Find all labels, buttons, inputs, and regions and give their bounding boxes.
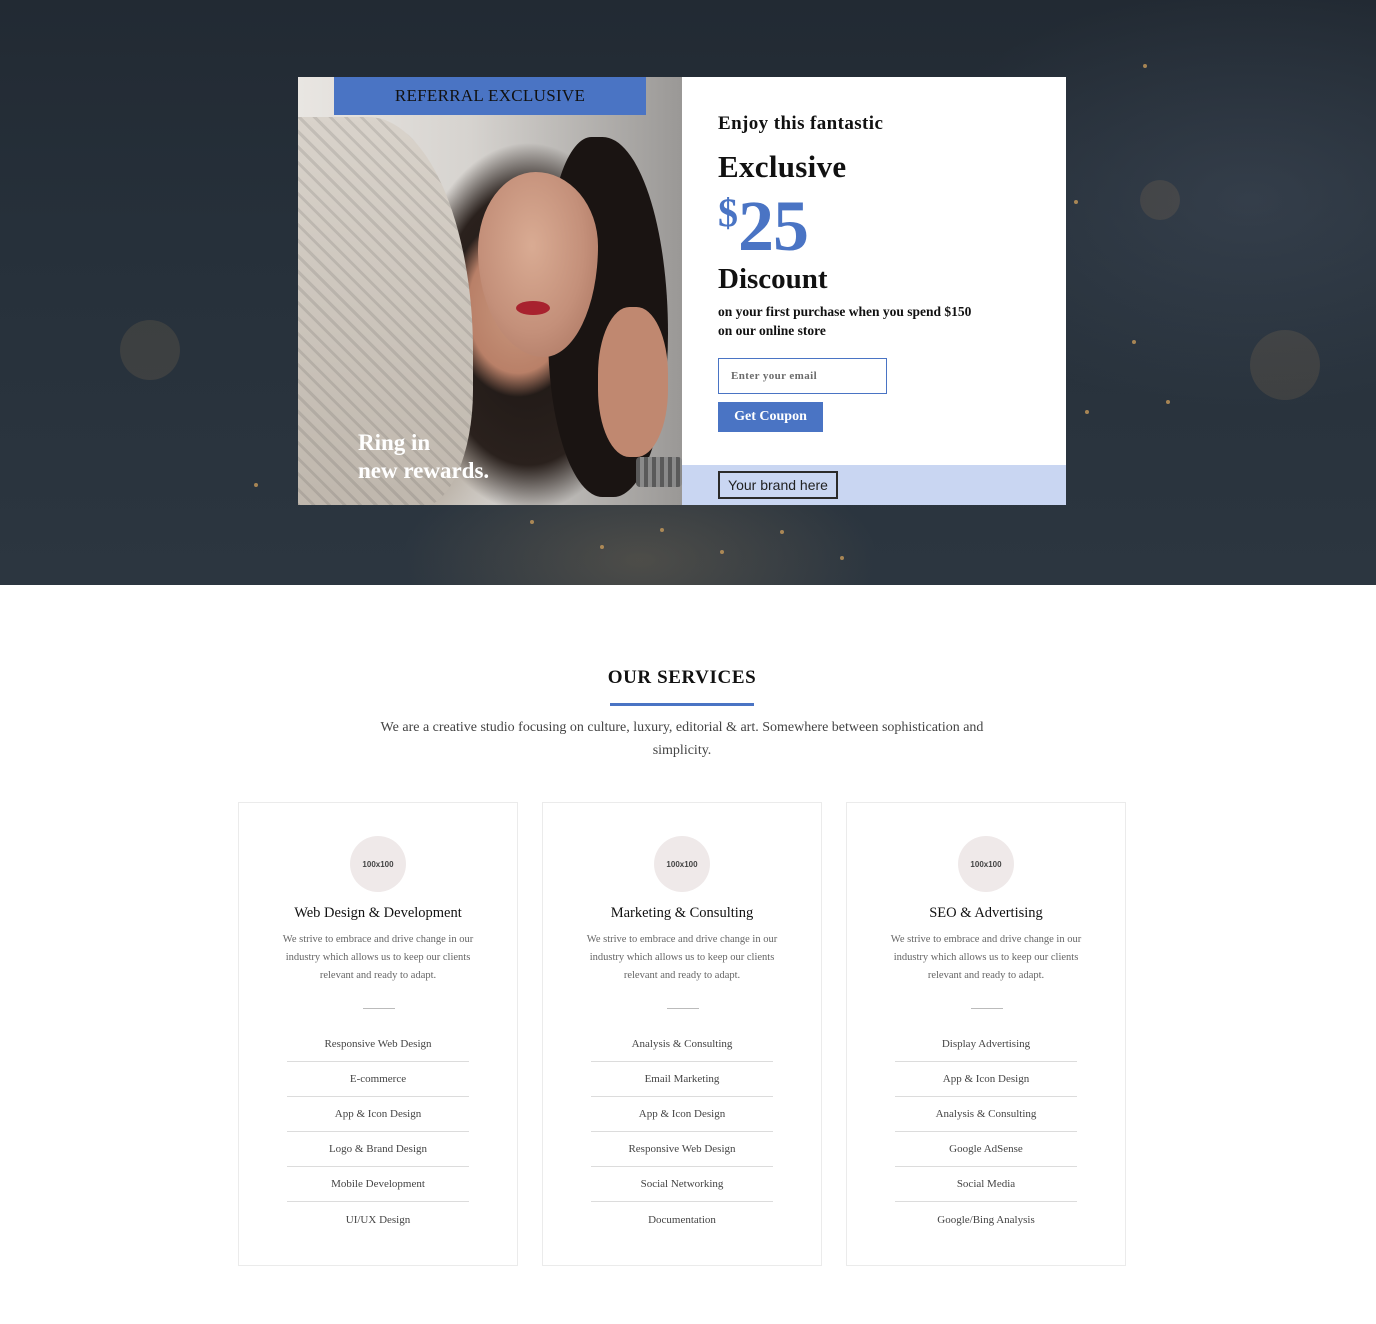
spark-light <box>600 545 604 549</box>
promo-price: $ 25 <box>718 186 1048 266</box>
service-card-description: We strive to embrace and drive change in… <box>890 934 1082 981</box>
services-intro-line2: simplicity. <box>652 743 712 758</box>
fine-print-line1: on your first purchase when you spend $1… <box>718 304 972 319</box>
bokeh-light <box>1250 330 1320 400</box>
list-item[interactable]: Mobile Development <box>287 1167 469 1202</box>
services-title-underline <box>610 703 754 706</box>
spark-light <box>1143 64 1147 68</box>
service-card-web-design: 100x100 Web Design & Development We stri… <box>238 802 518 1266</box>
service-card-title: Marketing & Consulting <box>610 905 754 921</box>
brand-logo-placeholder: Your brand here <box>718 471 838 499</box>
spark-light <box>1074 200 1078 204</box>
promo-photo: REFERRAL EXCLUSIVE Ring in new rewards. <box>298 77 682 505</box>
spark-light <box>720 550 724 554</box>
service-card-divider <box>667 1008 699 1009</box>
photo-hand <box>598 307 668 457</box>
list-item[interactable]: Social Media <box>895 1167 1077 1202</box>
service-card-description: We strive to embrace and drive change in… <box>282 934 474 981</box>
spark-light <box>1132 340 1136 344</box>
photo-caption-line1: Ring in <box>358 430 431 455</box>
list-item[interactable]: Analysis & Consulting <box>895 1097 1077 1132</box>
spark-light <box>1085 410 1089 414</box>
service-card-title: SEO & Advertising <box>929 905 1043 921</box>
promo-copy: Enjoy this fantastic Exclusive $ 25 Disc… <box>682 77 1066 505</box>
list-item[interactable]: Google AdSense <box>895 1132 1077 1167</box>
promo-fine-print: on your first purchase when you spend $1… <box>718 302 1048 340</box>
photo-lips <box>516 301 550 315</box>
service-card-divider <box>363 1008 395 1009</box>
referral-badge: REFERRAL EXCLUSIVE <box>334 77 646 115</box>
list-item[interactable]: Responsive Web Design <box>591 1132 773 1167</box>
list-item[interactable]: App & Icon Design <box>287 1097 469 1132</box>
list-item[interactable]: Email Marketing <box>591 1062 773 1097</box>
list-item[interactable]: Display Advertising <box>895 1027 1077 1062</box>
get-coupon-button[interactable]: Get Coupon <box>718 402 823 432</box>
spark-light <box>254 483 258 487</box>
promo-headline: Exclusive <box>718 149 847 184</box>
list-item[interactable]: Logo & Brand Design <box>287 1132 469 1167</box>
spark-light <box>780 530 784 534</box>
service-card-list: Display Advertising App & Icon Design An… <box>895 1027 1077 1237</box>
list-item[interactable]: Documentation <box>591 1202 773 1237</box>
email-input[interactable] <box>718 358 887 394</box>
bokeh-light <box>1140 180 1180 220</box>
service-card-seo: 100x100 SEO & Advertising We strive to e… <box>846 802 1126 1266</box>
list-item[interactable]: App & Icon Design <box>591 1097 773 1132</box>
services-intro-line1: We are a creative studio focusing on cul… <box>380 720 984 735</box>
bokeh-light <box>120 320 180 380</box>
list-item[interactable]: Responsive Web Design <box>287 1027 469 1062</box>
service-image-placeholder-icon: 100x100 <box>654 836 710 892</box>
list-item[interactable]: Social Networking <box>591 1167 773 1202</box>
photo-watch <box>636 457 682 487</box>
price-currency: $ <box>718 190 738 235</box>
photo-caption: Ring in new rewards. <box>358 429 489 485</box>
fine-print-line2: on our online store <box>718 323 826 338</box>
list-item[interactable]: Google/Bing Analysis <box>895 1202 1077 1237</box>
service-card-divider <box>971 1008 1003 1009</box>
spark-light <box>1166 400 1170 404</box>
service-card-marketing: 100x100 Marketing & Consulting We strive… <box>542 802 822 1266</box>
spark-light <box>840 556 844 560</box>
promo-discount: Discount <box>718 263 828 295</box>
price-amount: 25 <box>738 186 809 266</box>
brand-bar: Your brand here <box>682 465 1066 505</box>
promo-eyebrow: Enjoy this fantastic <box>718 113 884 134</box>
list-item[interactable]: UI/UX Design <box>287 1202 469 1237</box>
service-image-placeholder-icon: 100x100 <box>350 836 406 892</box>
promo-card: REFERRAL EXCLUSIVE Ring in new rewards. … <box>298 77 1066 505</box>
promo-copy-inner: Enjoy this fantastic Exclusive $ 25 Disc… <box>718 113 1048 432</box>
service-card-description: We strive to embrace and drive change in… <box>586 934 778 981</box>
spark-light <box>530 520 534 524</box>
service-card-list: Responsive Web Design E-commerce App & I… <box>287 1027 469 1237</box>
services-title: OUR SERVICES <box>607 667 757 688</box>
service-image-placeholder-icon: 100x100 <box>958 836 1014 892</box>
hero-section: REFERRAL EXCLUSIVE Ring in new rewards. … <box>0 0 1376 585</box>
photo-caption-line2: new rewards. <box>358 458 490 483</box>
service-card-title: Web Design & Development <box>294 905 462 921</box>
list-item[interactable]: App & Icon Design <box>895 1062 1077 1097</box>
service-card-list: Analysis & Consulting Email Marketing Ap… <box>591 1027 773 1237</box>
services-intro: We are a creative studio focusing on cul… <box>372 716 992 762</box>
list-item[interactable]: Analysis & Consulting <box>591 1027 773 1062</box>
spark-light <box>660 528 664 532</box>
list-item[interactable]: E-commerce <box>287 1062 469 1097</box>
